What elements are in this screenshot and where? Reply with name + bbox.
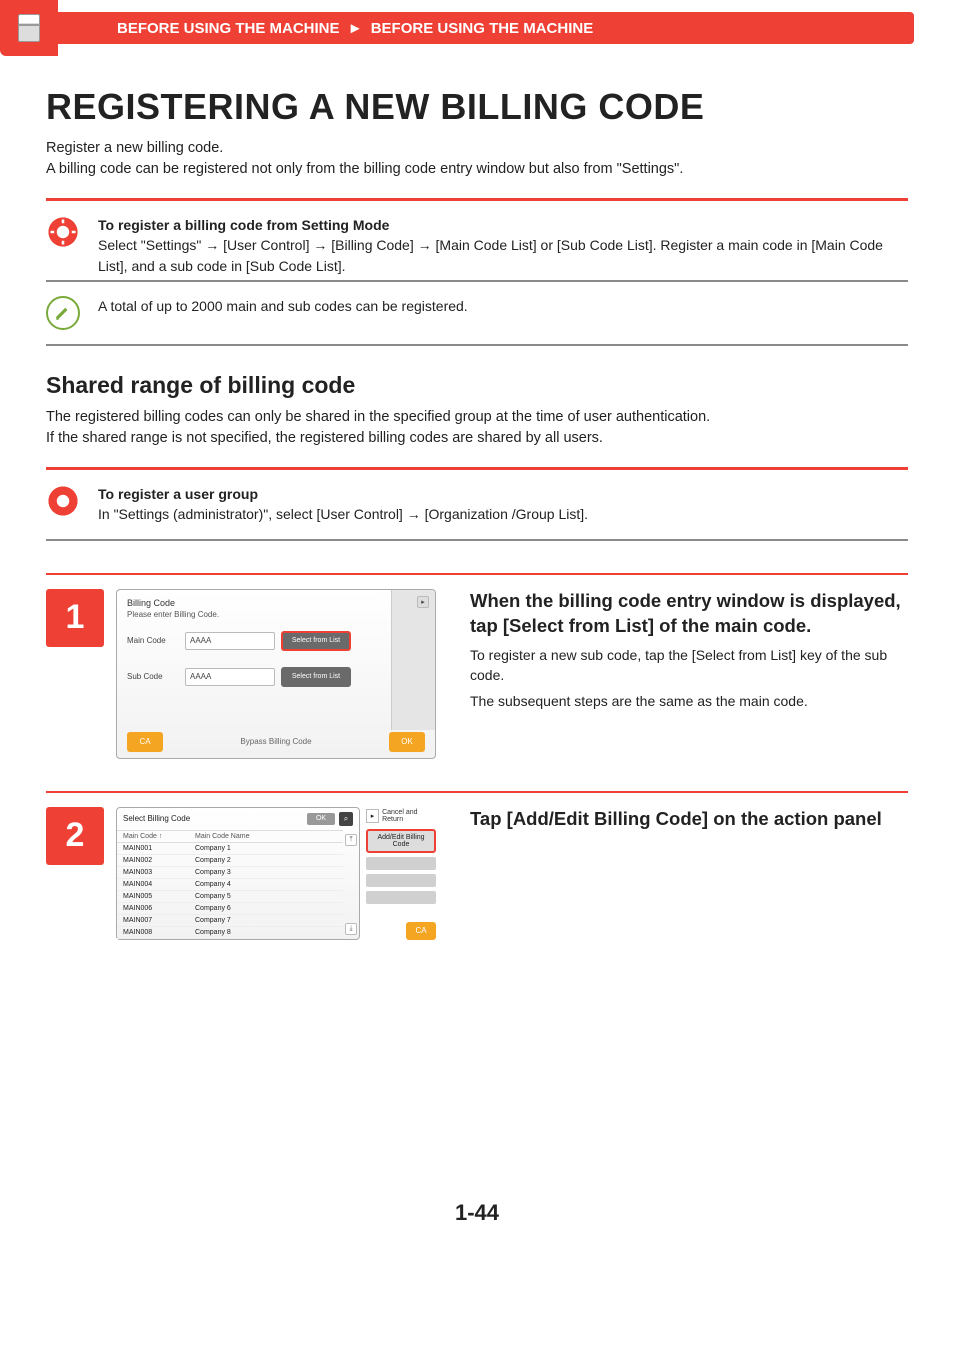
table-row[interactable]: MAIN001Company 1: [117, 843, 343, 855]
gear-icon: [46, 484, 80, 518]
section-shared-range-body: The registered billing codes can only be…: [46, 407, 908, 449]
note-register-setting-mode: To register a billing code from Setting …: [98, 215, 908, 276]
note3-body: In "Settings (administrator)", select [U…: [98, 506, 588, 522]
note-total-limit: A total of up to 2000 main and sub codes…: [98, 296, 468, 316]
breadcrumb-left: BEFORE USING THE MACHINE: [117, 20, 340, 37]
note3-heading: To register a user group: [98, 486, 258, 502]
table-row[interactable]: MAIN005Company 5: [117, 891, 343, 903]
intro-line1: Register a new billing code.: [46, 138, 908, 159]
ca-button[interactable]: CA: [406, 922, 436, 940]
col-main-code-name[interactable]: Main Code Name: [195, 833, 249, 840]
action-item[interactable]: [366, 874, 436, 887]
main-code-label: Main Code: [127, 636, 179, 645]
main-code-input[interactable]: AAAA: [185, 632, 275, 650]
step-2: 2 Select Billing Code OK ⌕: [46, 793, 908, 940]
book-icon: [18, 14, 40, 42]
select-from-list-sub-button[interactable]: Select from List: [281, 667, 351, 687]
ok-button[interactable]: OK: [389, 732, 425, 752]
action-item[interactable]: [366, 857, 436, 870]
note1-heading: To register a billing code from Setting …: [98, 217, 389, 233]
table-row[interactable]: MAIN007Company 7: [117, 915, 343, 927]
page-title: REGISTERING A NEW BILLING CODE: [46, 86, 908, 128]
table-row[interactable]: MAIN002Company 2: [117, 855, 343, 867]
step-number: 1: [46, 589, 104, 647]
slide-icon[interactable]: ▸: [366, 809, 379, 823]
step2-heading: Tap [Add/Edit Billing Code] on the actio…: [470, 807, 908, 832]
billing-code-entry-panel: ▸ Billing Code Please enter Billing Code…: [116, 589, 436, 759]
step-1: 1 ▸ Billing Code Please enter Billing Co…: [46, 575, 908, 759]
note1-body: Select "Settings" → [User Control] → [Bi…: [98, 237, 883, 273]
breadcrumb-sep: ►: [348, 20, 363, 37]
page-number: 1-44: [46, 1200, 908, 1226]
note-register-user-group: To register a user group In "Settings (a…: [98, 484, 588, 525]
table-row[interactable]: MAIN006Company 6: [117, 903, 343, 915]
intro-line2: A billing code can be registered not onl…: [46, 159, 908, 180]
section-shared-range-heading: Shared range of billing code: [46, 372, 908, 399]
intro-text: Register a new billing code. A billing c…: [46, 138, 908, 180]
select-from-list-main-button[interactable]: Select from List: [281, 631, 351, 651]
ca-button[interactable]: CA: [127, 732, 163, 752]
panel2-title: Select Billing Code: [123, 814, 190, 823]
panel-title: Billing Code: [117, 590, 435, 610]
bypass-billing-code-button[interactable]: Bypass Billing Code: [240, 737, 311, 746]
sub-code-input[interactable]: AAAA: [185, 668, 275, 686]
breadcrumb: BEFORE USING THE MACHINE ► BEFORE USING …: [57, 12, 914, 44]
step1-p2: The subsequent steps are the same as the…: [470, 692, 908, 712]
select-billing-code-panel: Select Billing Code OK ⌕ Main Code ↑ Mai…: [116, 807, 436, 940]
add-edit-billing-code-button[interactable]: Add/Edit Billing Code: [366, 829, 436, 853]
action-item[interactable]: [366, 891, 436, 904]
table-row[interactable]: MAIN004Company 4: [117, 879, 343, 891]
slide-icon[interactable]: ▸: [417, 596, 429, 608]
scroll-top-icon[interactable]: ⤒: [345, 834, 357, 846]
search-icon[interactable]: ⌕: [339, 812, 353, 826]
breadcrumb-right: BEFORE USING THE MACHINE: [371, 20, 594, 37]
scroll-bottom-icon[interactable]: ⤓: [345, 923, 357, 935]
table-row[interactable]: MAIN008Company 8: [117, 927, 343, 939]
gear-icon: [46, 215, 80, 249]
step1-p1: To register a new sub code, tap the [Sel…: [470, 646, 908, 685]
sub-code-label: Sub Code: [127, 672, 179, 681]
step1-heading: When the billing code entry window is di…: [470, 589, 908, 639]
pencil-icon: [46, 296, 80, 330]
cancel-and-return-button[interactable]: Cancel and Return: [382, 807, 436, 825]
panel-subtitle: Please enter Billing Code.: [117, 610, 435, 627]
col-main-code[interactable]: Main Code ↑: [123, 833, 195, 840]
page-header: BEFORE USING THE MACHINE ► BEFORE USING …: [0, 0, 954, 56]
table-row[interactable]: MAIN003Company 3: [117, 867, 343, 879]
ok-head-button[interactable]: OK: [307, 813, 335, 825]
step-number: 2: [46, 807, 104, 865]
chapter-tab: [0, 0, 58, 56]
